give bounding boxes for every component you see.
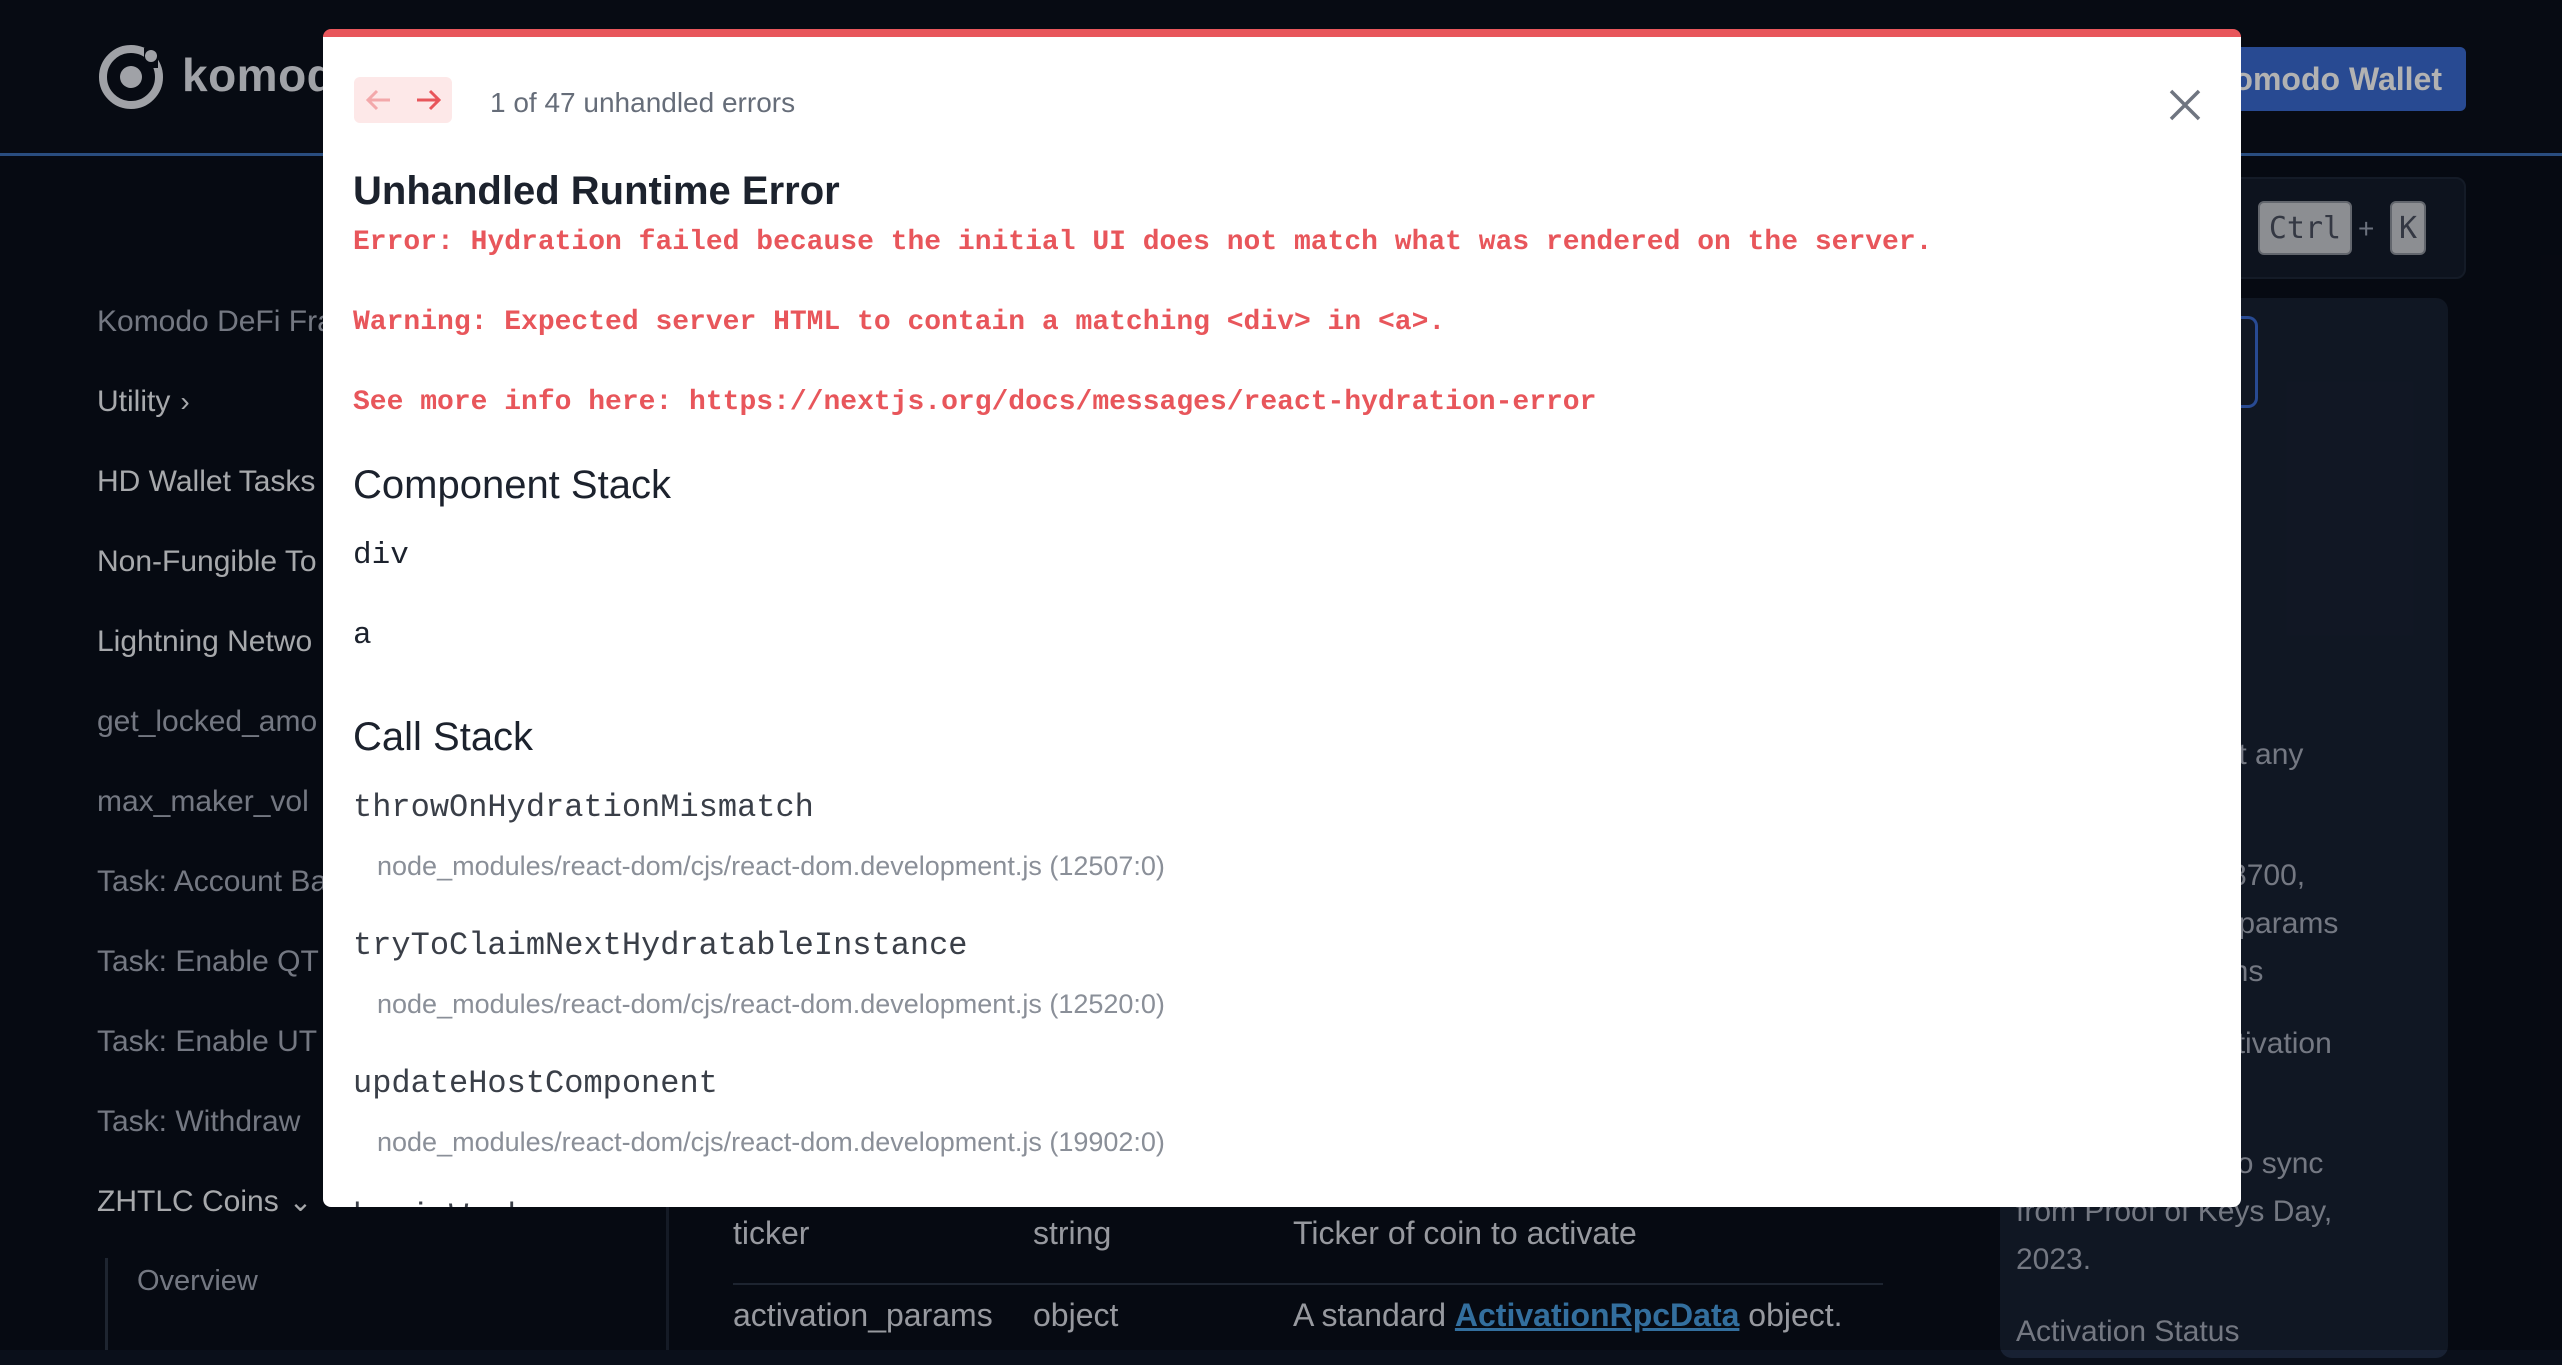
error-title: Unhandled Runtime Error <box>353 169 840 213</box>
call-stack-file[interactable]: node_modules/react-dom/cjs/react-dom.dev… <box>377 1127 1165 1158</box>
call-stack-file[interactable]: node_modules/react-dom/cjs/react-dom.dev… <box>377 989 1165 1020</box>
call-stack-function[interactable]: beginWork <box>353 1198 526 1207</box>
next-error-button[interactable] <box>403 77 452 123</box>
close-icon[interactable] <box>2163 83 2207 127</box>
arrow-left-icon <box>365 89 390 111</box>
error-message: Error: Hydration failed because the init… <box>353 227 1933 258</box>
call-stack-function[interactable]: throwOnHydrationMismatch <box>353 789 814 826</box>
arrow-right-icon <box>416 89 441 111</box>
call-stack-file[interactable]: node_modules/react-dom/cjs/react-dom.dev… <box>377 851 1165 882</box>
previous-error-button[interactable] <box>354 77 403 123</box>
error-dialog: 1 of 47 unhandled errors Unhandled Runti… <box>323 29 2241 1207</box>
component-stack-title: Component Stack <box>353 463 671 507</box>
error-pagination <box>354 77 452 123</box>
error-more-info[interactable]: See more info here: https://nextjs.org/d… <box>353 387 1596 418</box>
call-stack-title: Call Stack <box>353 715 534 759</box>
call-stack-function[interactable]: tryToClaimNextHydratableInstance <box>353 927 968 964</box>
error-counter: 1 of 47 unhandled errors <box>490 87 796 118</box>
component-stack-item: div <box>353 538 409 573</box>
error-warning: Warning: Expected server HTML to contain… <box>353 307 1446 338</box>
component-stack-item: a <box>353 618 372 653</box>
call-stack-function[interactable]: updateHostComponent <box>353 1065 718 1102</box>
